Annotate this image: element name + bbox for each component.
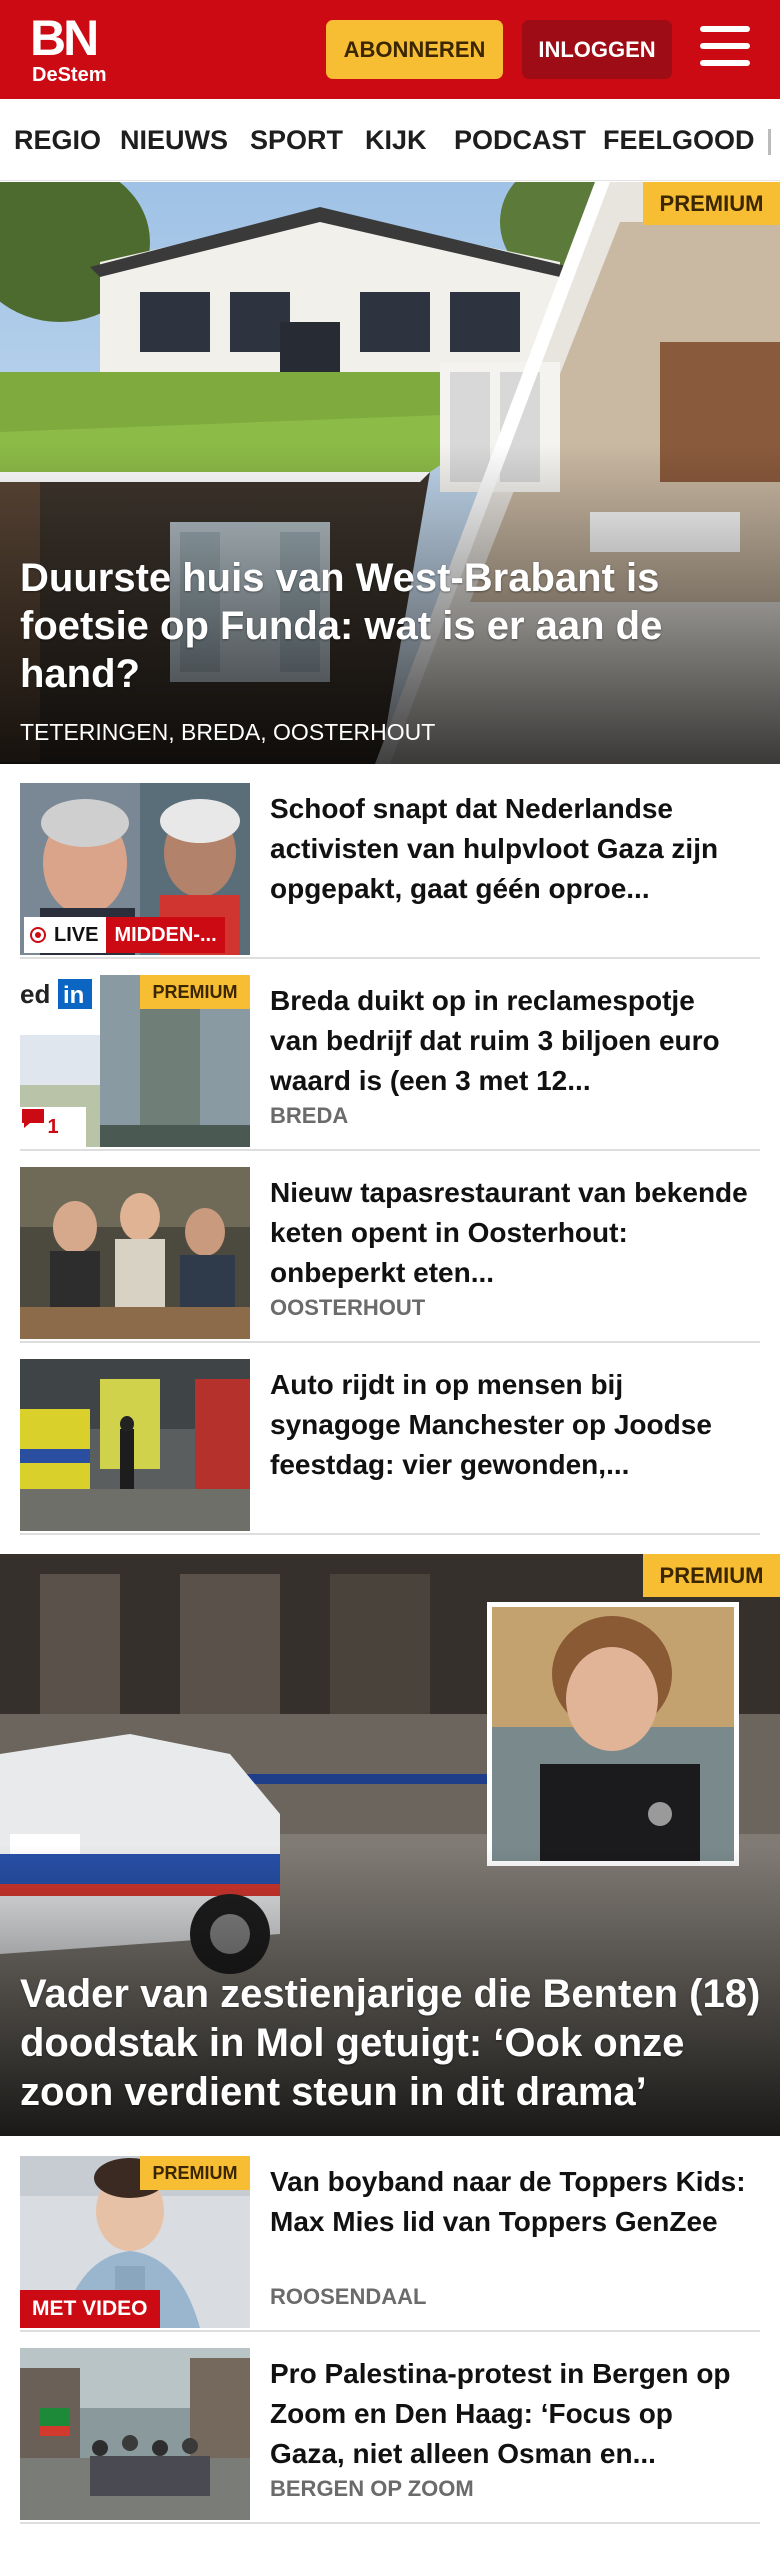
hero-title[interactable]: Duurste huis van West-Brabant is foetsie… bbox=[20, 554, 670, 698]
article-title[interactable]: Nieuw tapasrestaurant van bekende keten … bbox=[270, 1173, 750, 1293]
list-item[interactable]: PREMIUM MET VIDEO Van boyband naar de To… bbox=[20, 2156, 760, 2332]
article-region: ROOSENDAAL bbox=[270, 2284, 427, 2309]
list-item[interactable]: ed in PREMIUM 1 Breda duikt op in reclam… bbox=[20, 975, 760, 1151]
premium-badge: PREMIUM bbox=[140, 2156, 250, 2190]
logo-main: BN bbox=[30, 10, 99, 66]
hero-tags: TETERINGEN, BREDA, OOSTERHOUT bbox=[20, 719, 436, 745]
premium-badge: PREMIUM bbox=[140, 975, 250, 1009]
article-region: OOSTERHOUT bbox=[270, 1295, 426, 1320]
nav-item-podcast[interactable]: PODCAST bbox=[454, 125, 586, 156]
article-title[interactable]: Schoof snapt dat Nederlandse activisten … bbox=[270, 789, 750, 909]
live-topic: MIDDEN-... bbox=[106, 917, 225, 953]
live-badge: LIVE MIDDEN-... bbox=[24, 917, 225, 953]
article-title[interactable]: Van boyband naar de Toppers Kids: Max Mi… bbox=[270, 2162, 750, 2242]
list-item[interactable]: Nieuw tapasrestaurant van bekende keten … bbox=[20, 1167, 760, 1343]
hero-article[interactable]: PREMIUM Duurste huis van West-Brabant is… bbox=[0, 182, 780, 764]
nav-item-feelgood[interactable]: FEELGOOD bbox=[603, 125, 755, 156]
comment-count-badge: 1 bbox=[20, 1107, 86, 1147]
logo-sub: DeStem bbox=[32, 64, 107, 86]
article-region: BREDA bbox=[270, 1103, 349, 1128]
list-item[interactable]: Pro Palestina-protest in Bergen op Zoom … bbox=[20, 2348, 760, 2524]
live-dot-icon bbox=[30, 927, 46, 943]
nav-item-sport[interactable]: SPORT bbox=[250, 125, 343, 156]
article-title[interactable]: Auto rijdt in op mensen bij synagoge Man… bbox=[270, 1365, 750, 1485]
article-thumbnail bbox=[20, 1167, 250, 1339]
list-item[interactable]: Auto rijdt in op mensen bij synagoge Man… bbox=[20, 1359, 760, 1535]
comment-count: 1 bbox=[47, 1115, 59, 1138]
article-title[interactable]: Breda duikt op in reclamespotje van bedr… bbox=[270, 981, 750, 1101]
article-thumbnail bbox=[20, 1359, 250, 1531]
live-label: LIVE bbox=[54, 923, 99, 946]
article-thumbnail bbox=[20, 2348, 250, 2520]
article-thumbnail: PREMIUM MET VIDEO bbox=[20, 2156, 250, 2328]
nav-item-kijk[interactable]: KIJK bbox=[365, 125, 427, 156]
nav-more-indicator bbox=[768, 129, 771, 155]
svg-text:ed: ed bbox=[20, 979, 50, 1009]
hero-2-title[interactable]: Vader van zestienjarige die Benten (18) … bbox=[20, 1970, 770, 2117]
article-thumbnail: ed in PREMIUM 1 bbox=[20, 975, 250, 1147]
comment-icon bbox=[22, 1109, 44, 1128]
section-nav: REGIO NIEUWS SPORT KIJK PODCAST FEELGOOD bbox=[0, 99, 780, 181]
nav-item-nieuws[interactable]: NIEUWS bbox=[120, 125, 228, 156]
subscribe-button[interactable]: ABONNEREN bbox=[326, 20, 503, 79]
video-badge: MET VIDEO bbox=[20, 2290, 160, 2328]
nav-item-regio[interactable]: REGIO bbox=[14, 125, 101, 156]
article-region: BERGEN OP ZOOM bbox=[270, 2476, 474, 2501]
list-item[interactable]: LIVE MIDDEN-... Schoof snapt dat Nederla… bbox=[20, 783, 760, 959]
svg-text:in: in bbox=[63, 982, 84, 1009]
premium-badge: PREMIUM bbox=[643, 182, 780, 225]
login-button[interactable]: INLOGGEN bbox=[522, 20, 672, 79]
premium-badge: PREMIUM bbox=[643, 1554, 780, 1597]
hero-article-2[interactable]: PREMIUM Vader van zestienjarige die Bent… bbox=[0, 1554, 780, 2136]
article-title[interactable]: Pro Palestina-protest in Bergen op Zoom … bbox=[270, 2354, 750, 2474]
site-header: BN DeStem ABONNEREN INLOGGEN bbox=[0, 0, 780, 99]
hamburger-menu-icon[interactable] bbox=[700, 26, 754, 72]
article-thumbnail: LIVE MIDDEN-... bbox=[20, 783, 250, 955]
site-logo[interactable]: BN DeStem bbox=[30, 12, 110, 88]
